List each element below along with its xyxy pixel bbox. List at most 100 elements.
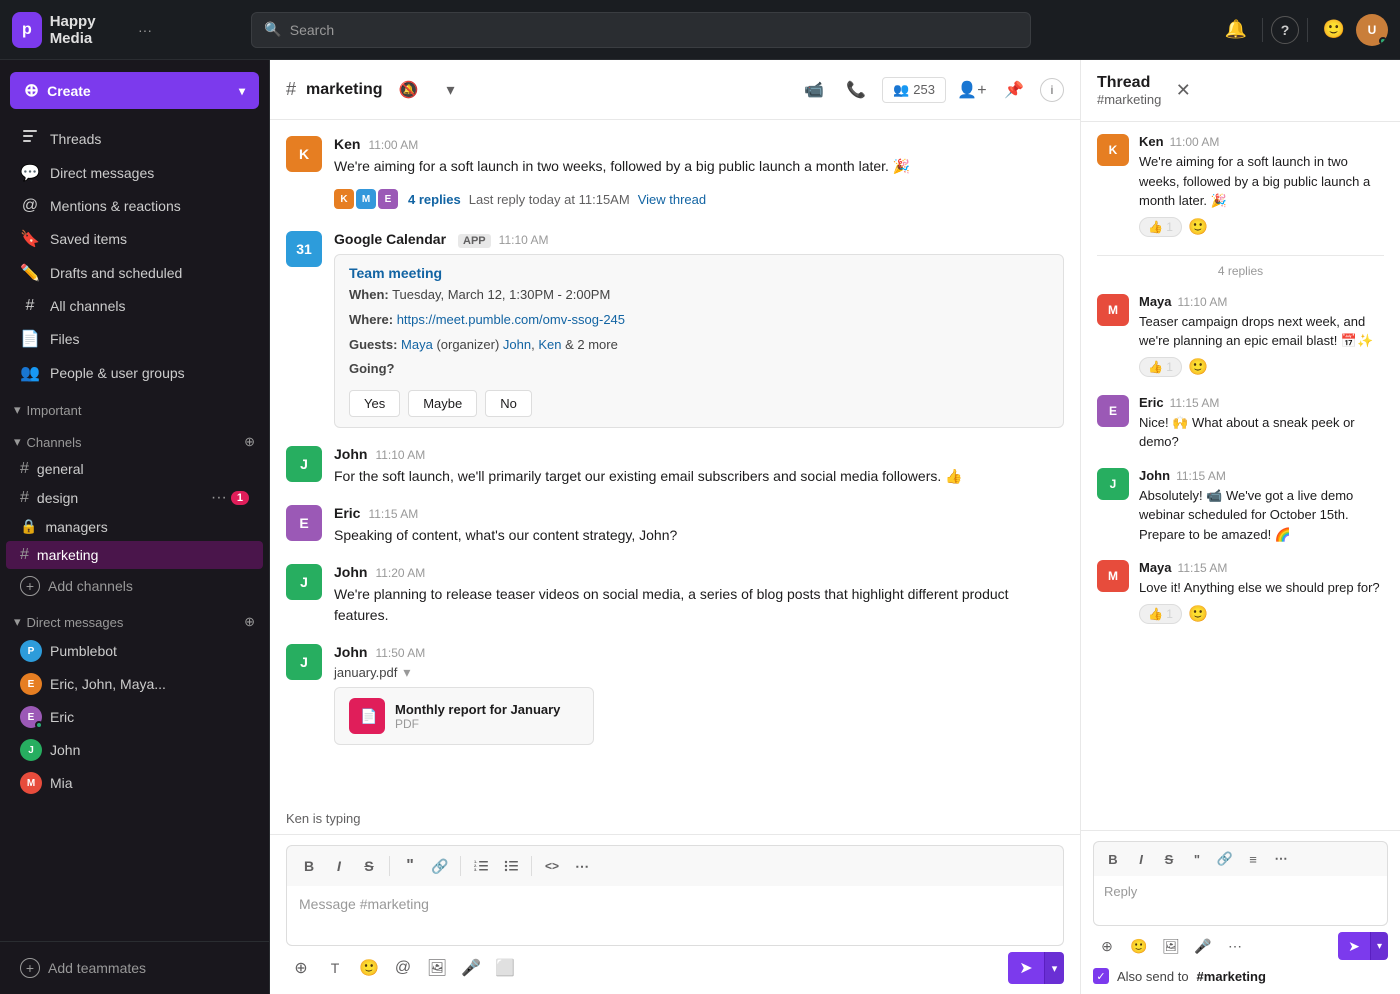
- user-avatar[interactable]: U: [1356, 14, 1388, 46]
- mute-channel-btn[interactable]: 🔕: [392, 74, 424, 106]
- dm-mia[interactable]: M Mia: [6, 767, 263, 799]
- also-send-checkbox[interactable]: ✓: [1093, 968, 1109, 984]
- sidebar-channel-design[interactable]: # design ··· 1: [6, 484, 263, 512]
- code-btn[interactable]: <>: [538, 852, 566, 880]
- thread-reply-placeholder: Reply: [1104, 884, 1137, 899]
- dm-add-icon[interactable]: ⊕: [244, 614, 255, 630]
- channels-add-icon[interactable]: ⊕: [244, 434, 255, 450]
- workspace-menu-dots[interactable]: ···: [138, 22, 152, 38]
- bullet-list-btn[interactable]: [497, 852, 525, 880]
- thread-attach-btn[interactable]: ⊕: [1093, 932, 1121, 960]
- voice-call-btn[interactable]: 📞: [840, 74, 872, 106]
- strike-btn[interactable]: S: [355, 852, 383, 880]
- media-btn[interactable]: 🖼: [422, 953, 452, 983]
- thread-reply-input[interactable]: Reply: [1093, 876, 1388, 926]
- bold-btn[interactable]: B: [295, 852, 323, 880]
- search-wrap[interactable]: 🔍: [251, 12, 1031, 48]
- ken-replies-bar[interactable]: K M E 4 replies Last reply today at 11:1…: [334, 185, 1064, 213]
- pin-btn[interactable]: 📌: [998, 74, 1030, 106]
- attach-btn[interactable]: ⊕: [286, 953, 316, 983]
- sidebar-channel-general[interactable]: # general: [6, 455, 263, 483]
- video-call-btn[interactable]: 📹: [798, 74, 830, 106]
- guest-ken[interactable]: Ken: [538, 337, 561, 352]
- sidebar-item-dms[interactable]: 💬 Direct messages: [6, 157, 263, 189]
- quote-btn[interactable]: ": [396, 852, 424, 880]
- cal-no-btn[interactable]: No: [485, 390, 532, 417]
- thread-maya2-thumbs-reaction[interactable]: 👍 1: [1139, 604, 1182, 624]
- thread-send-btn[interactable]: ➤: [1338, 932, 1370, 960]
- cal-maybe-btn[interactable]: Maybe: [408, 390, 477, 417]
- cal-link[interactable]: https://meet.pumble.com/omv-ssog-245: [397, 312, 625, 327]
- thread-mic-btn[interactable]: 🎤: [1189, 932, 1217, 960]
- file-dropdown-icon[interactable]: ▾: [403, 664, 410, 681]
- thread-link-btn[interactable]: 🔗: [1212, 846, 1238, 872]
- ordered-list-btn[interactable]: 1.2.3.: [467, 852, 495, 880]
- add-member-btn[interactable]: 👤+: [956, 74, 988, 106]
- sidebar-item-files[interactable]: 📄 Files: [6, 323, 263, 355]
- dm-john[interactable]: J John: [6, 734, 263, 766]
- thread-media-btn[interactable]: 🖼: [1157, 932, 1185, 960]
- channel-dropdown-btn[interactable]: ▾: [434, 74, 466, 106]
- send-button[interactable]: ➤: [1008, 952, 1044, 984]
- help-icon-btn[interactable]: ?: [1271, 16, 1299, 44]
- members-btn[interactable]: 👥 253: [882, 77, 946, 103]
- design-more-icon[interactable]: ···: [211, 489, 227, 507]
- dm-group[interactable]: E Eric, John, Maya...: [6, 668, 263, 700]
- thread-emoji-btn[interactable]: 🙂: [1125, 932, 1153, 960]
- format-btn[interactable]: T: [320, 953, 350, 983]
- channels-section-header[interactable]: ▾ Channels ⊕: [0, 430, 269, 454]
- guest-john[interactable]: John: [503, 337, 531, 352]
- bell-icon-btn[interactable]: 🔔: [1218, 12, 1254, 48]
- search-input[interactable]: [290, 22, 1019, 38]
- italic-btn[interactable]: I: [325, 852, 353, 880]
- thread-maya1-add-reaction-btn[interactable]: 🙂: [1186, 355, 1210, 379]
- dm-eric[interactable]: E Eric: [6, 701, 263, 733]
- thread-close-btn[interactable]: ✕: [1169, 77, 1197, 105]
- emoji-icon-btn[interactable]: 🙂: [1316, 12, 1352, 48]
- cal-yes-btn[interactable]: Yes: [349, 390, 400, 417]
- emoji-insert-btn[interactable]: 🙂: [354, 953, 384, 983]
- thread-list-btn[interactable]: ≡: [1240, 846, 1266, 872]
- sidebar-item-mentions[interactable]: @ Mentions & reactions: [6, 191, 263, 221]
- create-button[interactable]: ⊕ Create ▾: [10, 72, 259, 109]
- thread-bold-btn[interactable]: B: [1100, 846, 1126, 872]
- guest-maya[interactable]: Maya: [401, 337, 433, 352]
- sidebar-item-all-channels[interactable]: # All channels: [6, 291, 263, 321]
- dm-pumblebot[interactable]: P Pumblebot: [6, 635, 263, 667]
- slash-btn[interactable]: ⬜: [490, 953, 520, 983]
- sidebar-channel-managers[interactable]: 🔒 managers: [6, 513, 263, 540]
- thread-john-body: John 11:15 AM Absolutely! 📹 We've got a …: [1139, 468, 1384, 545]
- cal-title[interactable]: Team meeting: [349, 265, 1049, 281]
- link-btn[interactable]: 🔗: [426, 852, 454, 880]
- thread-maya1-thumbs-reaction[interactable]: 👍 1: [1139, 357, 1182, 377]
- message-input-box[interactable]: Message #marketing: [286, 886, 1064, 946]
- thread-ken-thumbs-reaction[interactable]: 👍 1: [1139, 217, 1182, 237]
- info-btn[interactable]: i: [1040, 78, 1064, 102]
- add-channels-item[interactable]: + Add channels: [6, 571, 263, 601]
- thread-quote-btn[interactable]: ": [1184, 846, 1210, 872]
- mention-btn[interactable]: @: [388, 953, 418, 983]
- thread-eric-text: Nice! 🙌 What about a sneak peek or demo?: [1139, 413, 1384, 452]
- thread-italic-btn[interactable]: I: [1128, 846, 1154, 872]
- thread-more-actions-btn[interactable]: ⋯: [1221, 932, 1249, 960]
- sidebar-item-saved[interactable]: 🔖 Saved items: [6, 223, 263, 255]
- view-thread-link[interactable]: View thread: [638, 192, 706, 207]
- sidebar-item-threads[interactable]: Threads: [6, 122, 263, 155]
- dm-chevron-icon: ▾: [14, 614, 21, 630]
- thread-more-btn[interactable]: ⋯: [1268, 846, 1294, 872]
- important-section-header[interactable]: ▾ Important: [0, 398, 269, 422]
- thread-ken-add-reaction-btn[interactable]: 🙂: [1186, 215, 1210, 239]
- john1-msg-name: John: [334, 446, 367, 462]
- sidebar-item-people[interactable]: 👥 People & user groups: [6, 357, 263, 389]
- sidebar-channel-marketing[interactable]: # marketing: [6, 541, 263, 569]
- thread-strike-btn[interactable]: S: [1156, 846, 1182, 872]
- mic-btn[interactable]: 🎤: [456, 953, 486, 983]
- more-formatting-btn[interactable]: ⋯: [568, 852, 596, 880]
- thread-send-dropdown[interactable]: ▾: [1370, 932, 1388, 960]
- pdf-attachment[interactable]: 📄 Monthly report for January PDF: [334, 687, 594, 745]
- add-teammates-item[interactable]: + Add teammates: [6, 953, 263, 983]
- send-dropdown-btn[interactable]: ▾: [1044, 952, 1064, 984]
- thread-maya2-add-reaction-btn[interactable]: 🙂: [1186, 602, 1210, 626]
- dm-section-header[interactable]: ▾ Direct messages ⊕: [0, 610, 269, 634]
- sidebar-item-drafts[interactable]: ✏️ Drafts and scheduled: [6, 257, 263, 289]
